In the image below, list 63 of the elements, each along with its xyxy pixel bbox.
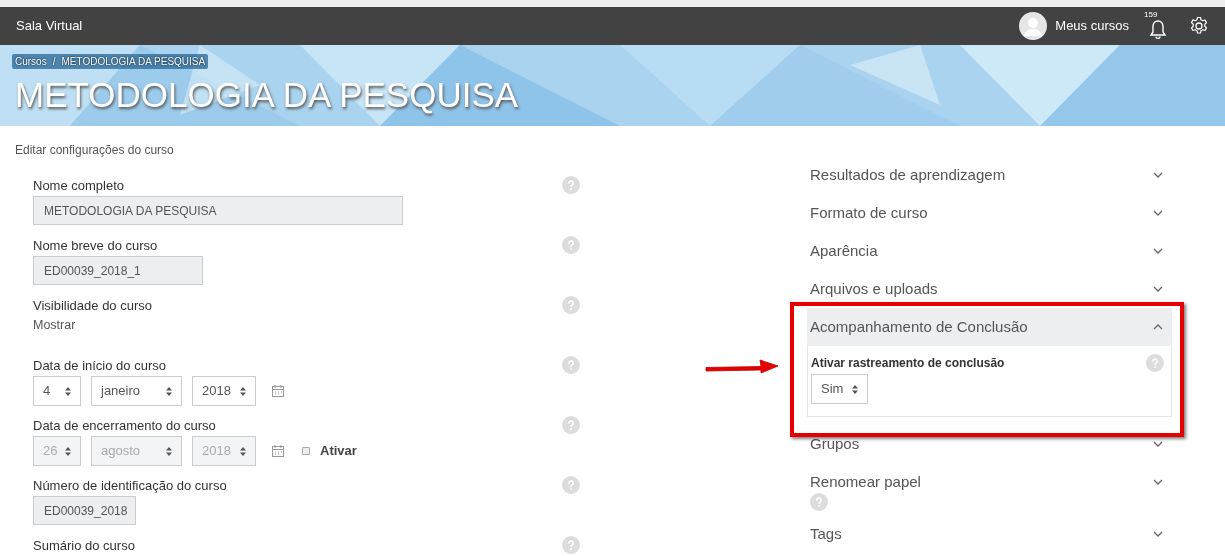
section-header[interactable]: Arquivos e uploads: [807, 270, 1172, 308]
calendar-icon: [272, 445, 284, 457]
settings-icon: [1189, 16, 1209, 36]
field-label: Nome completo: [33, 177, 126, 195]
select-field[interactable]: 2018: [192, 376, 256, 406]
select-field[interactable]: janeiro: [91, 376, 182, 406]
field-label: Data de encerramento do curso: [33, 417, 217, 435]
sort-icon: [240, 446, 246, 456]
text-field[interactable]: METODOLOGIA DA PESQUISA: [33, 196, 403, 225]
help-icon: [562, 296, 580, 314]
sort-icon: [166, 386, 172, 396]
course-title: METODOLOGIA DA PESQUISA: [15, 74, 519, 116]
help-icon: [562, 356, 580, 374]
expand-icon: [1153, 441, 1163, 447]
sort-icon: [65, 386, 71, 396]
section-header[interactable]: Acompanhamento de Conclusão: [807, 308, 1172, 346]
field-label: Data de início do curso: [33, 357, 167, 375]
breadcrumb-link[interactable]: METODOLOGIA DA PESQUISA: [61, 54, 206, 69]
expand-icon: [1153, 172, 1163, 178]
expand-icon: [1153, 479, 1163, 485]
expand-icon: [1153, 286, 1163, 292]
select-field[interactable]: Sim: [811, 374, 868, 404]
breadcrumb-separator: /: [52, 55, 56, 69]
section-header[interactable]: Grupos: [807, 425, 1172, 463]
page-heading: Editar configurações do curso: [15, 143, 174, 157]
sort-icon: [852, 384, 858, 394]
section-header[interactable]: Tags: [807, 515, 1172, 553]
help-icon: [562, 416, 580, 434]
brand-title[interactable]: Sala Virtual: [16, 16, 83, 36]
field-label: Sumário do curso: [33, 537, 135, 555]
collapse-icon: [1153, 324, 1163, 330]
help-icon: [810, 493, 828, 511]
help-icon: [562, 476, 580, 494]
field-label: Nome breve do curso: [33, 237, 159, 255]
field-label: Ativar rastreamento de conclusão: [811, 355, 1005, 372]
notification-count: 159: [1144, 10, 1158, 20]
calendar-icon: [272, 385, 284, 397]
section-header[interactable]: Formato de curso: [807, 194, 1172, 232]
text-field[interactable]: ED00039_2018: [33, 496, 136, 525]
sort-icon: [65, 446, 71, 456]
checkbox-label: Ativar: [320, 442, 357, 461]
breadcrumb-link[interactable]: Cursos: [15, 54, 47, 69]
select-field[interactable]: 4: [33, 376, 81, 406]
help-icon: [562, 236, 580, 254]
field-label: Visibilidade do curso: [33, 297, 152, 315]
field-value: Mostrar: [33, 317, 77, 334]
text-field[interactable]: ED00039_2018_1: [33, 256, 203, 285]
expand-icon: [1153, 210, 1163, 216]
arrow-icon: [703, 357, 781, 375]
section-header[interactable]: Renomear papel: [807, 463, 1172, 501]
notification-bell-icon: [1149, 19, 1167, 39]
expand-icon: [1153, 531, 1163, 537]
field-label: Número de identificação do curso: [33, 477, 227, 495]
avatar-icon: [1019, 12, 1048, 40]
section-header[interactable]: Resultados de aprendizagem: [807, 156, 1172, 194]
user-menu-link[interactable]: Meus cursos: [1055, 16, 1129, 36]
section-header[interactable]: Aparência: [807, 232, 1172, 270]
help-icon: [562, 176, 580, 194]
sort-icon: [240, 386, 246, 396]
help-icon: [1146, 354, 1164, 372]
help-icon: [562, 536, 580, 554]
expand-icon: [1153, 248, 1163, 254]
sort-icon: [166, 446, 172, 456]
